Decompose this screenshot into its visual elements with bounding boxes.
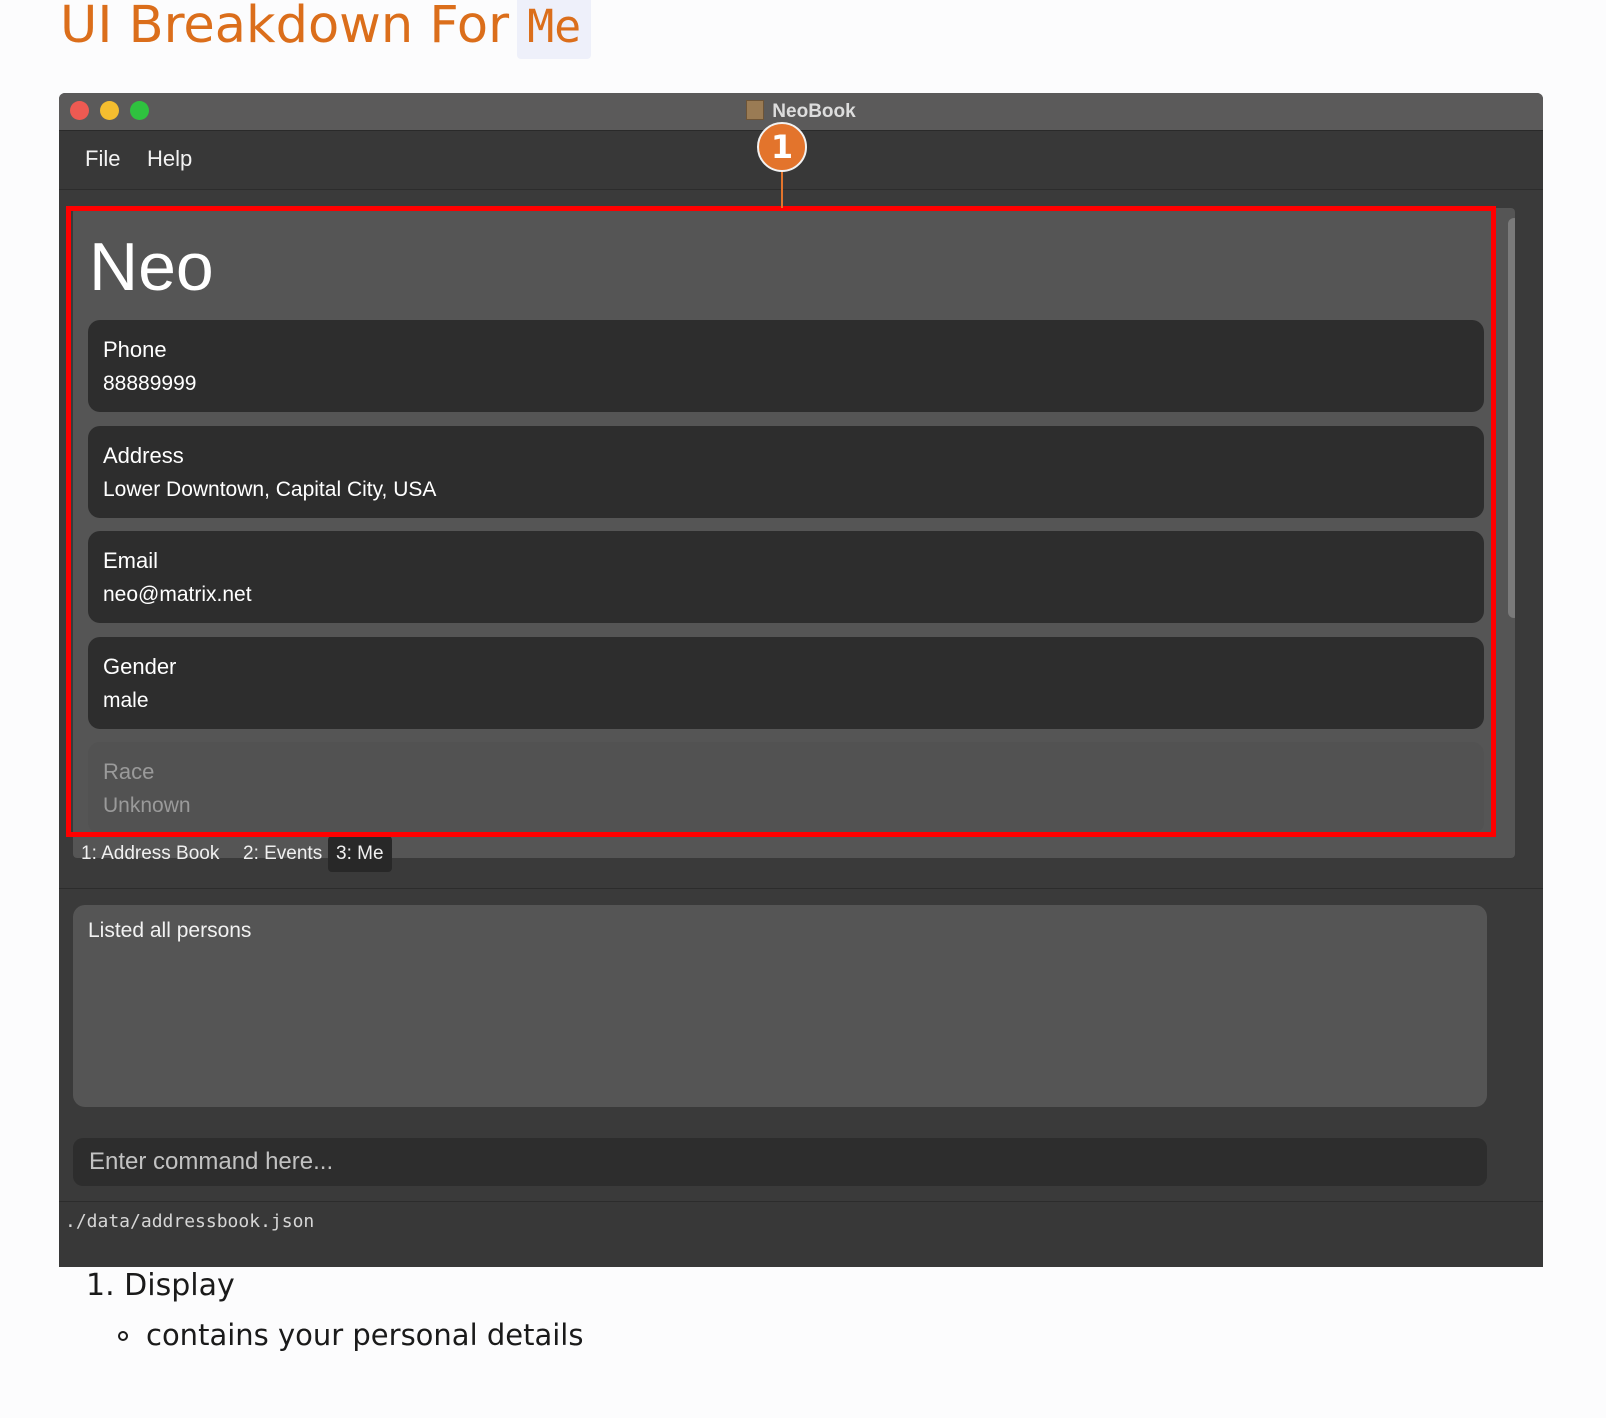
display-scrollbar[interactable]	[1508, 218, 1515, 618]
app-icon	[746, 100, 765, 120]
notes-list: 1. Display contains your personal detail…	[86, 1268, 583, 1352]
app-window: NeoBook File Help Neo Phone 88889999 Add…	[59, 93, 1543, 1267]
field-value: Lower Downtown, Capital City, USA	[103, 478, 437, 501]
field-card-race: Race Unknown	[88, 742, 1484, 834]
title-bar: NeoBook	[59, 93, 1543, 131]
field-label: Address	[103, 443, 184, 468]
result-display: Listed all persons	[73, 905, 1487, 1107]
note-number: 1.	[86, 1268, 115, 1303]
menu-file[interactable]: File	[85, 146, 120, 172]
field-value: 88889999	[103, 372, 197, 395]
personal-details-display[interactable]: Neo Phone 88889999 Address Lower Downtow…	[73, 208, 1515, 858]
window-title-text: NeoBook	[772, 101, 856, 122]
field-label: Race	[103, 759, 155, 784]
command-input[interactable]	[73, 1138, 1487, 1186]
tab-events[interactable]: 2: Events	[235, 836, 330, 872]
data-file-path: ./data/addressbook.json	[65, 1211, 315, 1232]
field-card-phone: Phone 88889999	[88, 320, 1484, 412]
field-value: male	[103, 689, 149, 712]
tab-me[interactable]: 3: Me	[328, 836, 392, 872]
page-title: UI Breakdown For Me	[60, 0, 592, 59]
window-title: NeoBook	[59, 93, 1543, 130]
divider	[59, 888, 1543, 889]
result-text: Listed all persons	[88, 919, 252, 942]
field-card-email: Email neo@matrix.net	[88, 531, 1484, 623]
note-detail-text: contains your personal details	[146, 1318, 584, 1352]
annotation-badge: 1	[757, 122, 807, 172]
note-label: Display	[124, 1268, 235, 1303]
menu-help[interactable]: Help	[147, 146, 192, 172]
status-bar: ./data/addressbook.json	[59, 1201, 1543, 1267]
field-label: Email	[103, 548, 159, 573]
page-title-text: UI Breakdown For	[60, 0, 510, 55]
page-title-code: Me	[517, 0, 592, 59]
note-detail: contains your personal details	[118, 1318, 584, 1352]
field-value: neo@matrix.net	[103, 583, 252, 606]
field-card-gender: Gender male	[88, 637, 1484, 729]
field-label: Phone	[103, 337, 167, 362]
person-name: Neo	[89, 229, 214, 305]
annotation-connector	[781, 170, 783, 208]
tab-address-book[interactable]: 1: Address Book	[73, 836, 227, 872]
field-card-address: Address Lower Downtown, Capital City, US…	[88, 426, 1484, 518]
bullet-icon	[118, 1331, 128, 1341]
field-label: Gender	[103, 654, 177, 679]
field-value: Unknown	[103, 794, 191, 817]
note-item: 1. Display	[86, 1268, 235, 1303]
